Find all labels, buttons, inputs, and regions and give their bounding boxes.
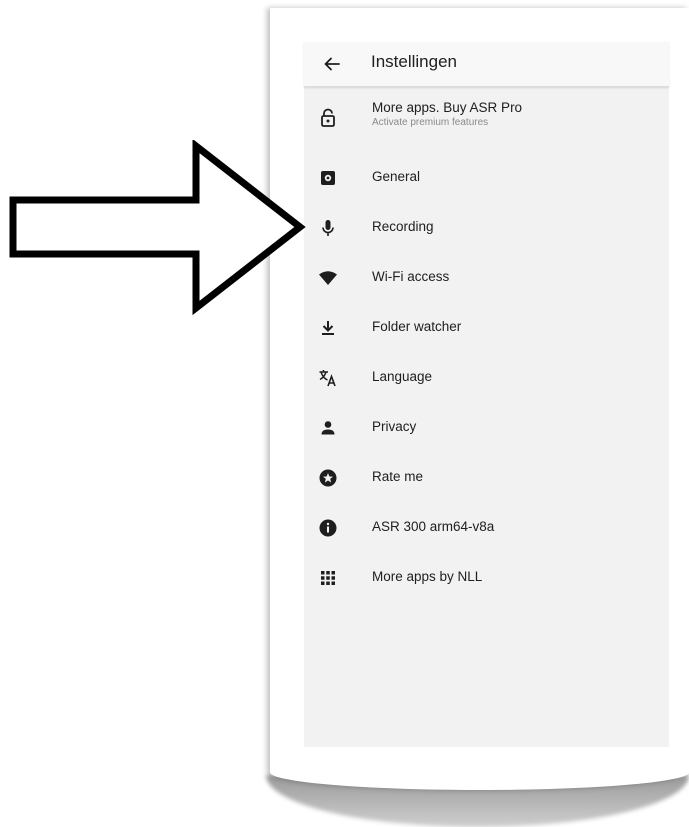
info-icon bbox=[319, 519, 337, 537]
menu-item-rate[interactable]: Rate me bbox=[304, 456, 669, 500]
menu-item-label: Rate me bbox=[372, 469, 424, 484]
menu-item-label: General bbox=[372, 169, 421, 184]
menu-item-wifi[interactable]: Wi-Fi access bbox=[304, 256, 669, 300]
star-circle-icon bbox=[319, 469, 337, 487]
menu-item-label: Recording bbox=[372, 219, 434, 234]
menu-item-label: More apps by NLL bbox=[372, 569, 483, 584]
menu-item-more-apps[interactable]: More apps by NLL bbox=[304, 556, 669, 600]
download-icon bbox=[322, 321, 334, 335]
menu-item-recording[interactable]: Recording bbox=[304, 206, 669, 250]
arrow-left-icon[interactable] bbox=[322, 54, 342, 74]
menu-item-folder-watcher[interactable]: Folder watcher bbox=[304, 306, 669, 350]
menu-item-label: Wi-Fi access bbox=[372, 269, 450, 284]
menu-item-premium[interactable]: More apps. Buy ASR Pro Activate premium … bbox=[304, 96, 669, 140]
microphone-icon bbox=[322, 220, 334, 236]
lock-open-icon bbox=[321, 108, 335, 127]
person-icon bbox=[321, 421, 335, 435]
menu-item-label: Privacy bbox=[372, 419, 417, 434]
app-bar: Instellingen bbox=[304, 42, 669, 87]
settings-screen: Instellingen More apps. Buy ASR Pro Acti… bbox=[304, 42, 669, 747]
annotation-arrow-icon bbox=[9, 140, 306, 315]
menu-item-label: ASR 300 arm64-v8a bbox=[372, 519, 495, 534]
menu-item-sublabel: Activate premium features bbox=[372, 117, 489, 128]
menu-item-label: Language bbox=[372, 369, 433, 384]
menu-item-label: More apps. Buy ASR Pro bbox=[372, 100, 523, 115]
page-title: Instellingen bbox=[371, 52, 458, 71]
gear-icon bbox=[321, 171, 335, 185]
translate-icon bbox=[319, 370, 336, 387]
wifi-icon bbox=[319, 271, 337, 285]
menu-item-privacy[interactable]: Privacy bbox=[304, 406, 669, 450]
menu-item-general[interactable]: General bbox=[304, 156, 669, 200]
apps-grid-icon bbox=[321, 571, 335, 585]
menu-item-label: Folder watcher bbox=[372, 319, 462, 334]
menu-item-about[interactable]: ASR 300 arm64-v8a bbox=[304, 506, 669, 550]
menu-item-language[interactable]: Language bbox=[304, 356, 669, 400]
